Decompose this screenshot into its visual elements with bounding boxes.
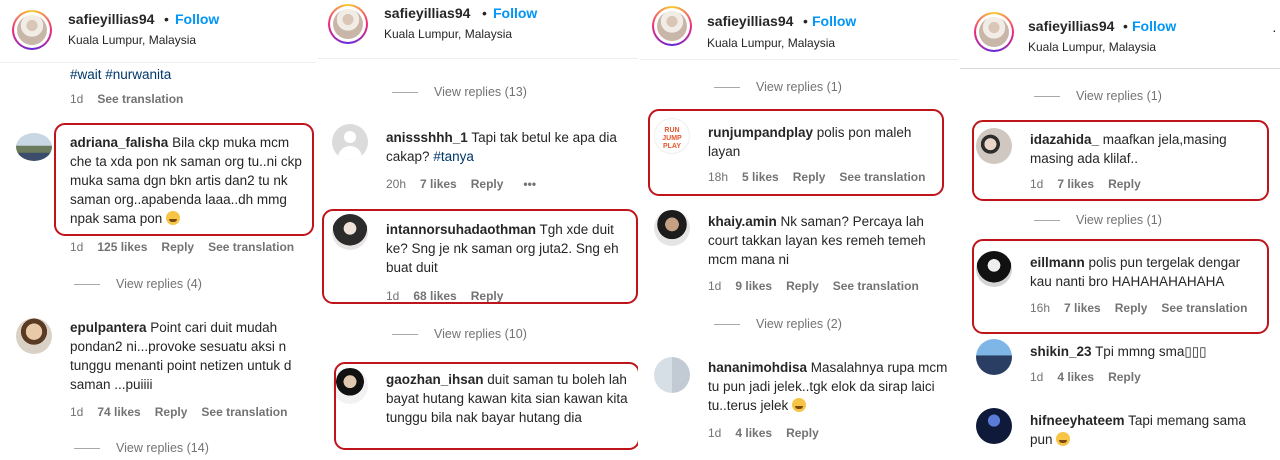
highlight-box	[322, 209, 638, 304]
post-header: safieyillias94 • Follow Kuala Lumpur, Ma…	[960, 0, 1280, 69]
comment-meta: 1d 125 likes Reply See translation	[70, 240, 295, 254]
view-replies-button[interactable]: View replies (1)	[1034, 213, 1162, 227]
commenter-avatar[interactable]	[976, 339, 1012, 375]
commenter-avatar[interactable]	[976, 408, 1012, 444]
comment-meta: 1d 4 likes Reply	[1030, 370, 1141, 384]
likes-count[interactable]: 9 likes	[735, 279, 772, 293]
separator-dot: •	[1123, 18, 1128, 34]
reply-button[interactable]: Reply	[471, 177, 504, 191]
comment-username[interactable]: shikin_23	[1030, 344, 1092, 359]
follow-button[interactable]: Follow	[175, 11, 219, 27]
see-translation-button[interactable]: See translation	[201, 405, 287, 419]
comment-meta: 1d 4 likes Reply	[708, 426, 819, 440]
likes-count[interactable]: 125 likes	[97, 240, 147, 254]
view-replies-button[interactable]: View replies (1)	[1034, 89, 1162, 103]
comment-meta: 1d See translation	[70, 92, 184, 106]
view-replies-button[interactable]: View replies (10)	[392, 327, 527, 341]
highlight-box	[54, 123, 314, 236]
post-header: safieyillias94 • Follow Kuala Lumpur, Ma…	[318, 0, 638, 59]
comments-panel-4: safieyillias94 • Follow Kuala Lumpur, Ma…	[960, 0, 1280, 460]
profile-avatar[interactable]	[328, 4, 368, 44]
comment-username[interactable]: anissshhh_1	[386, 130, 468, 145]
likes-count[interactable]: 4 likes	[735, 426, 772, 440]
post-header: safieyillias94 • Follow Kuala Lumpur, Ma…	[640, 0, 958, 60]
comment-meta: 1d 74 likes Reply See translation	[70, 405, 288, 419]
default-avatar-icon[interactable]	[332, 124, 368, 160]
reply-button[interactable]: Reply	[786, 279, 819, 293]
laughing-emoji-icon	[792, 398, 807, 412]
comment-username[interactable]: hananimohdisa	[708, 360, 807, 375]
comment-text: shikin_23 Tpi mmng sma▯▯▯	[1030, 344, 1207, 359]
header-username[interactable]: safieyillias94	[707, 13, 793, 29]
more-options-icon[interactable]: ·	[1272, 22, 1277, 38]
comment-text: khaiy.amin Nk saman? Percaya lah court t…	[708, 214, 926, 267]
highlight-box	[334, 362, 638, 450]
reply-button[interactable]: Reply	[786, 426, 819, 440]
header-location[interactable]: Kuala Lumpur, Malaysia	[68, 33, 196, 47]
profile-avatar[interactable]	[652, 6, 692, 46]
view-replies-button[interactable]: View replies (2)	[714, 317, 842, 331]
reply-button[interactable]: Reply	[1108, 370, 1141, 384]
hashtag-text[interactable]: #wait #nurwanita	[70, 65, 171, 84]
separator-dot: •	[164, 11, 169, 27]
comment-username[interactable]: hifneeyhateem	[1030, 413, 1125, 428]
hashtag-link[interactable]: #tanya	[433, 149, 474, 164]
reply-button[interactable]: Reply	[161, 240, 194, 254]
more-options-icon[interactable]: •••	[523, 177, 536, 191]
profile-avatar[interactable]	[12, 10, 52, 50]
header-location[interactable]: Kuala Lumpur, Malaysia	[1028, 40, 1156, 54]
comment-text: anissshhh_1 Tapi tak betul ke apa dia ca…	[386, 130, 617, 164]
highlight-box	[972, 120, 1269, 201]
comment-meta: 1d 9 likes Reply See translation	[708, 279, 919, 293]
comment-username[interactable]: epulpantera	[70, 320, 147, 335]
post-header: safieyillias94 • Follow Kuala Lumpur, Ma…	[0, 0, 316, 63]
highlight-box	[972, 239, 1269, 334]
commenter-avatar[interactable]	[654, 357, 690, 393]
header-location[interactable]: Kuala Lumpur, Malaysia	[707, 36, 835, 50]
comment-meta: 20h 7 likes Reply •••	[386, 177, 537, 191]
view-replies-button[interactable]: View replies (13)	[392, 85, 527, 99]
view-replies-button[interactable]: View replies (1)	[714, 80, 842, 94]
follow-button[interactable]: Follow	[1132, 18, 1176, 34]
comment-text: hananimohdisa Masalahnya rupa mcm tu pun…	[708, 360, 948, 413]
see-translation-button[interactable]: See translation	[833, 279, 919, 293]
see-translation-button[interactable]: See translation	[97, 92, 183, 106]
header-username[interactable]: safieyillias94	[384, 5, 470, 21]
see-translation-button[interactable]: See translation	[208, 240, 294, 254]
commenter-avatar[interactable]	[654, 210, 690, 246]
view-replies-button[interactable]: View replies (4)	[74, 277, 202, 291]
likes-count[interactable]: 4 likes	[1057, 370, 1094, 384]
header-location[interactable]: Kuala Lumpur, Malaysia	[384, 27, 512, 41]
separator-dot: •	[482, 5, 487, 21]
header-username[interactable]: safieyillias94	[68, 11, 154, 27]
comment-text: hifneeyhateem Tapi memang sama pun	[1030, 413, 1246, 447]
comments-panel-3: safieyillias94 • Follow Kuala Lumpur, Ma…	[640, 0, 958, 460]
comment-text: epulpantera Point cari duit mudah pondan…	[70, 320, 292, 392]
commenter-avatar[interactable]	[16, 133, 52, 161]
follow-button[interactable]: Follow	[493, 5, 537, 21]
commenter-avatar[interactable]	[16, 318, 52, 354]
comment-username[interactable]: khaiy.amin	[708, 214, 777, 229]
highlight-box	[648, 109, 944, 196]
comments-panel-1: safieyillias94 • Follow Kuala Lumpur, Ma…	[0, 0, 316, 460]
reply-button[interactable]: Reply	[155, 405, 188, 419]
likes-count[interactable]: 7 likes	[420, 177, 457, 191]
follow-button[interactable]: Follow	[812, 13, 856, 29]
view-replies-button[interactable]: View replies (14)	[74, 441, 209, 455]
header-username[interactable]: safieyillias94	[1028, 18, 1114, 34]
likes-count[interactable]: 74 likes	[97, 405, 140, 419]
separator-dot: •	[803, 13, 808, 29]
comments-panel-2: safieyillias94 • Follow Kuala Lumpur, Ma…	[318, 0, 638, 460]
laughing-emoji-icon	[1056, 432, 1071, 446]
profile-avatar[interactable]	[974, 12, 1014, 52]
